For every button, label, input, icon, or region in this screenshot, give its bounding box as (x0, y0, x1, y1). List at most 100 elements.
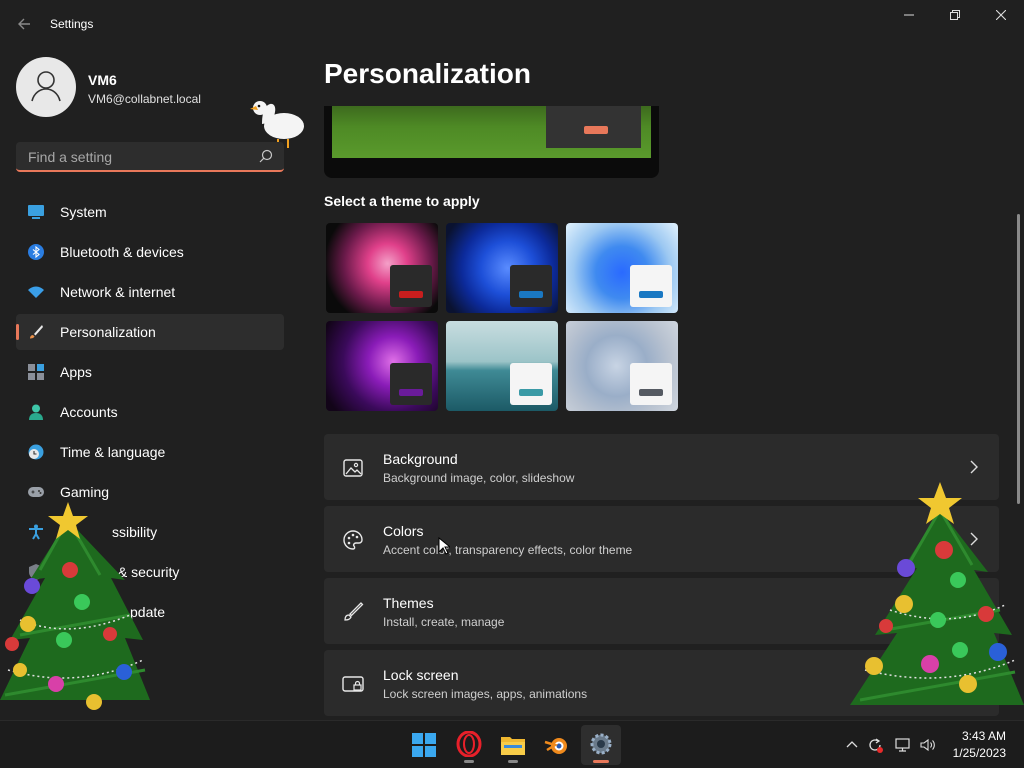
title-bar: Settings (0, 0, 1024, 48)
sidebar-item-label: Gaming (60, 484, 110, 500)
accounts-icon (29, 404, 43, 420)
close-button[interactable] (978, 0, 1024, 32)
taskbar (0, 720, 1024, 768)
sidebar-item-label: Personalization (60, 324, 156, 340)
sidebar-item-label: Time & language (60, 444, 166, 460)
taskbar-clock-time[interactable]: 3:43 AM (958, 729, 1006, 743)
card-subtitle: Background image, color, slideshow (383, 471, 575, 485)
theme-tile-flow[interactable] (566, 321, 678, 411)
restore-icon (950, 10, 960, 20)
back-button[interactable] (12, 12, 36, 36)
theme-accent-bar (399, 389, 423, 396)
app-title: Settings (50, 17, 94, 31)
image-icon (343, 459, 363, 477)
back-arrow-icon (18, 18, 30, 30)
running-indicator (464, 760, 474, 763)
minimize-icon (904, 14, 914, 16)
avatar[interactable] (16, 57, 76, 117)
theme-window-preview (510, 265, 552, 307)
sidebar-item-label: Apps (60, 364, 92, 380)
minimize-button[interactable] (886, 0, 932, 32)
theme-window-preview (630, 265, 672, 307)
settings-icon (590, 733, 612, 755)
volume-icon[interactable] (920, 737, 936, 753)
card-title: Colors (383, 523, 424, 539)
card-title: Background (383, 451, 458, 467)
opera-icon (456, 731, 482, 757)
sidebar-item-label: Network & internet (60, 284, 176, 300)
theme-tile-lake[interactable] (446, 321, 558, 411)
card-title: Themes (383, 595, 434, 611)
user-name: VM6 (88, 72, 117, 88)
sidebar-item-network[interactable]: Network & internet (16, 274, 284, 310)
system-icon (28, 205, 44, 219)
card-subtitle: Lock screen images, apps, animations (383, 687, 588, 701)
christmas-tree-right-icon (850, 482, 1024, 705)
file-explorer-icon (501, 737, 525, 755)
theme-accent-bar (639, 291, 663, 298)
page-title: Personalization (324, 58, 531, 89)
palette-icon (343, 530, 363, 550)
sidebar-item-label: Bluetooth & devices (60, 244, 184, 260)
search-box[interactable] (16, 142, 284, 172)
blender-icon (544, 738, 567, 754)
running-indicator (508, 760, 518, 763)
restore-button[interactable] (932, 0, 978, 32)
sidebar-item-apps[interactable]: Apps (16, 354, 284, 390)
search-icon[interactable] (258, 148, 274, 164)
bluetooth-icon (28, 244, 44, 260)
search-input[interactable] (26, 147, 250, 167)
scrollbar-thumb[interactable] (1017, 214, 1020, 504)
taskbar-settings[interactable] (581, 725, 621, 765)
sidebar-item-system[interactable]: System (16, 194, 284, 230)
taskbar-opera[interactable] (449, 725, 489, 765)
theme-window-preview (630, 363, 672, 405)
user-email: VM6@collabnet.local (88, 92, 201, 106)
windows-start-icon (412, 733, 436, 757)
themes-section-label: Select a theme to apply (324, 193, 480, 209)
running-indicator (593, 760, 609, 763)
preview-accent-bar (584, 126, 608, 134)
theme-preview (324, 106, 659, 178)
chevron-up-icon[interactable] (844, 737, 860, 753)
theme-accent-bar (519, 291, 543, 298)
network-icon[interactable] (895, 737, 911, 753)
theme-window-preview (510, 363, 552, 405)
lock-screen-icon (342, 676, 364, 692)
gamepad-icon (28, 487, 44, 497)
chevron-right-icon (970, 460, 978, 474)
theme-accent-bar (399, 291, 423, 298)
theme-tile-glow-dark[interactable] (326, 223, 438, 313)
sidebar-item-personalization[interactable]: Personalization (16, 314, 284, 350)
theme-window-preview (390, 363, 432, 405)
user-icon (31, 71, 61, 102)
card-subtitle: Install, create, manage (383, 615, 505, 629)
sync-icon[interactable] (867, 737, 883, 753)
sidebar-item-label: System (60, 204, 107, 220)
preview-window (546, 106, 641, 148)
taskbar-file-explorer[interactable] (493, 725, 533, 765)
brush-icon (30, 325, 43, 339)
clock-globe-icon (28, 444, 44, 460)
christmas-tree-left-icon (0, 502, 150, 710)
sidebar-item-accounts[interactable]: Accounts (16, 394, 284, 430)
taskbar-clock-date[interactable]: 1/25/2023 (940, 746, 1006, 760)
theme-tile-glow-purple[interactable] (326, 321, 438, 411)
theme-accent-bar (519, 389, 543, 396)
sidebar-item-label: Accounts (60, 404, 118, 420)
apps-icon (28, 364, 44, 380)
sidebar-item-time-language[interactable]: Time & language (16, 434, 284, 470)
sidebar-item-bluetooth[interactable]: Bluetooth & devices (16, 234, 284, 270)
mouse-cursor-icon (438, 537, 450, 555)
close-icon (995, 9, 1007, 21)
theme-window-preview (390, 265, 432, 307)
brush-icon (344, 602, 364, 621)
card-subtitle: Accent color, transparency effects, colo… (383, 543, 633, 557)
taskbar-start-button[interactable] (404, 725, 444, 765)
card-title: Lock screen (383, 667, 459, 683)
theme-tile-bloom-light[interactable] (566, 223, 678, 313)
theme-tile-bloom-dark[interactable] (446, 223, 558, 313)
theme-accent-bar (639, 389, 663, 396)
wifi-icon (28, 286, 44, 298)
taskbar-blender[interactable] (537, 725, 577, 765)
